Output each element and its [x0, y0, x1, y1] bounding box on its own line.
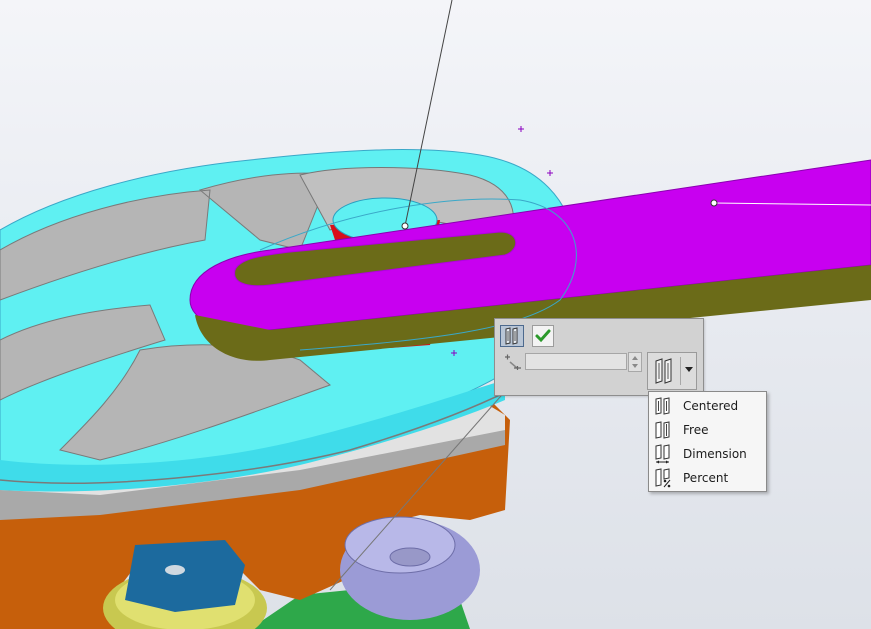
checkmark-icon	[535, 329, 551, 343]
dropdown-separator	[680, 357, 681, 385]
blue-part[interactable]	[125, 540, 245, 612]
menu-item-centered[interactable]: Centered	[649, 394, 766, 418]
menu-item-label: Centered	[683, 399, 739, 413]
slot-percent-icon	[655, 468, 671, 488]
slot-dimension-icon	[655, 444, 670, 464]
slot-centered-icon	[655, 397, 670, 415]
menu-item-label: Percent	[683, 471, 729, 485]
mate-mode-dropdown[interactable]	[647, 352, 697, 390]
graphics-viewport[interactable]: Centered Free Dimension Percent	[0, 0, 871, 629]
slot-free-icon	[655, 421, 670, 439]
mate-mode-menu: Centered Free Dimension Percent	[648, 391, 767, 492]
mate-popup-toolbar	[494, 318, 704, 396]
spinner-icon[interactable]	[628, 352, 642, 372]
menu-item-dimension[interactable]: Dimension	[649, 442, 766, 466]
assembly-3d-model[interactable]	[0, 0, 871, 629]
menu-item-label: Free	[683, 423, 709, 437]
distance-input[interactable]	[525, 353, 627, 370]
chevron-down-icon	[685, 367, 693, 372]
slot-mate-icon	[505, 327, 518, 345]
accept-button[interactable]	[532, 325, 554, 347]
menu-item-free[interactable]: Free	[649, 418, 766, 442]
distance-icon	[505, 354, 521, 370]
slot-mate-toggle-button[interactable]	[500, 325, 524, 347]
slot-mate-centered-icon	[655, 358, 672, 384]
menu-item-label: Dimension	[683, 447, 747, 461]
menu-item-percent[interactable]: Percent	[649, 466, 766, 490]
